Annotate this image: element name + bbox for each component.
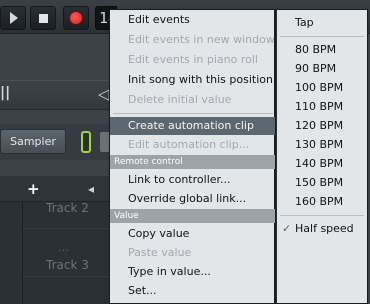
menu-item-override-global-link[interactable]: Override global link...	[110, 190, 275, 208]
speaker-icon[interactable]: ◁	[98, 85, 110, 103]
submenu-separator	[280, 36, 364, 37]
submenu-item-bpm[interactable]: 130 BPM	[277, 135, 367, 154]
menu-item-init-song[interactable]: Init song with this position	[110, 71, 275, 89]
add-track-button[interactable]: +	[27, 180, 40, 198]
sampler-channel-button[interactable]: Sampler	[0, 129, 66, 154]
track-label: Track 3	[46, 258, 89, 272]
track-label: Track 2	[46, 201, 89, 215]
submenu-item-bpm[interactable]: 140 BPM	[277, 154, 367, 173]
submenu-item-bpm[interactable]: 150 BPM	[277, 173, 367, 192]
submenu-item-bpm[interactable]: 110 BPM	[277, 97, 367, 116]
submenu-item-bpm[interactable]: 80 BPM	[277, 40, 367, 59]
stop-button[interactable]	[30, 6, 56, 30]
play-icon	[10, 12, 18, 24]
submenu-item-bpm[interactable]: 90 BPM	[277, 59, 367, 78]
menu-item-delete-initial-value[interactable]: Delete initial value	[110, 91, 275, 109]
menu-item-set[interactable]: Set...	[110, 282, 275, 300]
menu-item-edit-events-new-window[interactable]: Edit events in new window	[110, 31, 275, 49]
pause-icon[interactable]: ||	[0, 85, 10, 101]
menu-item-link-to-controller[interactable]: Link to controller...	[110, 171, 275, 189]
track-row-line	[23, 228, 110, 229]
track-divider	[22, 202, 23, 304]
submenu-item-bpm[interactable]: 100 BPM	[277, 78, 367, 97]
submenu-item-bpm[interactable]: 160 BPM	[277, 192, 367, 211]
track-row-line	[23, 276, 110, 277]
submenu-separator	[280, 215, 364, 216]
record-icon	[69, 11, 83, 25]
menu-item-paste-value[interactable]: Paste value	[110, 244, 275, 262]
menu-item-edit-events-piano-roll[interactable]: Edit events in piano roll	[110, 51, 275, 69]
menu-item-edit-automation-clip[interactable]: Edit automation clip...	[110, 136, 275, 154]
submenu-item-bpm[interactable]: 120 BPM	[277, 116, 367, 135]
submenu-item-half-speed[interactable]: Half speed	[277, 219, 367, 238]
context-menu: Edit events Edit events in new window Ed…	[109, 9, 276, 304]
menu-separator	[113, 113, 273, 114]
channel-select-led[interactable]	[81, 131, 91, 153]
menu-item-type-in-value[interactable]: Type in value...	[110, 263, 275, 281]
tempo-submenu: Tap 80 BPM 90 BPM 100 BPM 110 BPM 120 BP…	[276, 9, 368, 304]
submenu-item-tap[interactable]: Tap	[277, 13, 367, 32]
stop-icon	[38, 13, 48, 23]
menu-item-create-automation-clip[interactable]: Create automation clip	[110, 117, 275, 135]
section-header-value: Value	[110, 209, 275, 223]
section-header-remote-control: Remote control	[110, 155, 275, 169]
playlist-tracks	[0, 202, 110, 304]
menu-item-edit-events[interactable]: Edit events	[110, 11, 275, 29]
play-button[interactable]	[0, 6, 26, 30]
track-dots: ...	[58, 244, 70, 254]
menu-item-copy-value[interactable]: Copy value	[110, 225, 275, 243]
arrow-left-icon[interactable]: ◂	[88, 182, 94, 196]
channel-rack-header	[0, 80, 110, 110]
record-button[interactable]	[63, 6, 89, 30]
